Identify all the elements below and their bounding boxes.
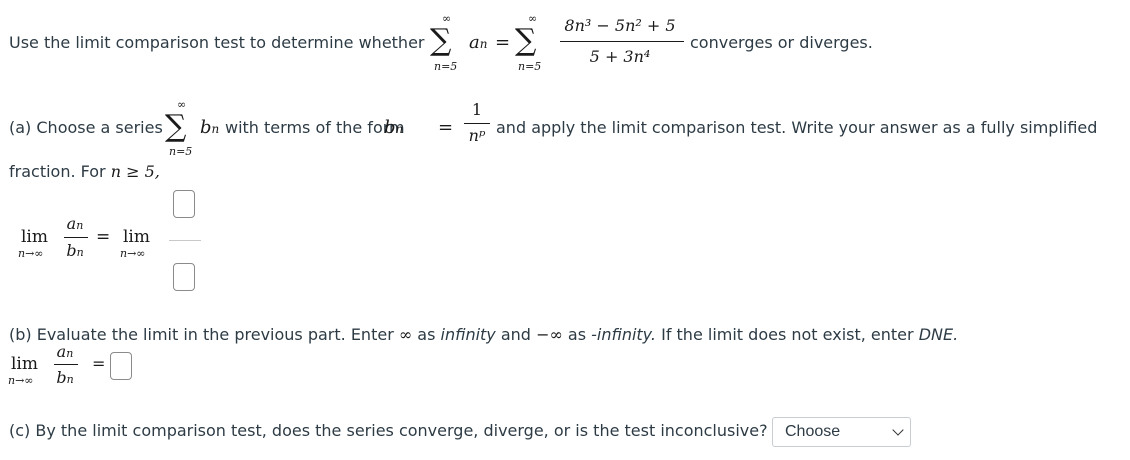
limit-equals: = xyxy=(96,227,111,247)
intro-text: Use the limit comparison test to determi… xyxy=(9,33,425,52)
part-b-lim-subscript: n→∞ xyxy=(8,374,34,387)
input-fraction-bar xyxy=(169,240,201,241)
term-b: bn xyxy=(200,117,220,138)
numerator-input[interactable] xyxy=(173,190,195,218)
part-b-ratio-denominator: bn xyxy=(56,368,74,387)
p-frac-denominator: nᵖ xyxy=(468,126,486,145)
term-b-form: bn xyxy=(384,117,404,138)
sum-lower-limit: n=5 xyxy=(434,60,458,73)
part-a-prefix: (a) Choose a series xyxy=(9,118,163,137)
fraction-bar xyxy=(560,41,684,42)
converge-diverge-select[interactable]: Choose xyxy=(772,417,911,447)
summation-symbol: ∑ xyxy=(430,23,452,58)
denominator-input[interactable] xyxy=(173,263,195,291)
part-a-line2: fraction. For n ≥ 5, xyxy=(9,162,160,181)
chevron-down-icon xyxy=(892,424,904,436)
intro-suffix: converges or diverges. xyxy=(690,33,873,52)
p-frac-numerator: 1 xyxy=(471,100,483,119)
fraction-numerator: 8n³ − 5n² + 5 xyxy=(564,16,676,35)
lim-word: lim xyxy=(21,227,48,247)
part-b-equals: = xyxy=(92,354,106,373)
lim-word-2: lim xyxy=(123,227,150,247)
part-c-question: (c) By the limit comparison test, does t… xyxy=(9,421,768,440)
summation-symbol-2: ∑ xyxy=(515,23,537,58)
ratio-denominator: bn xyxy=(66,241,84,260)
ratio-numerator: an xyxy=(66,214,84,233)
part-b-ratio-bar xyxy=(54,364,78,365)
lim-subscript-2: n→∞ xyxy=(120,247,146,260)
sum-lower-limit-2: n=5 xyxy=(518,60,542,73)
part-a-equals: = xyxy=(438,117,454,138)
part-a-suffix: and apply the limit comparison test. Wri… xyxy=(496,118,1098,137)
part-a-middle: with terms of the form xyxy=(225,118,405,137)
term-a: an xyxy=(469,32,488,53)
select-value: Choose xyxy=(785,423,841,440)
part-a-summation-symbol: ∑ xyxy=(165,109,187,144)
lim-subscript: n→∞ xyxy=(18,247,44,260)
part-b-instructions: (b) Evaluate the limit in the previous p… xyxy=(9,325,959,344)
part-b-lim-word: lim xyxy=(11,354,38,374)
part-a-sum-lower: n=5 xyxy=(169,145,193,158)
p-frac-bar xyxy=(464,123,490,124)
limit-answer-input[interactable] xyxy=(110,352,132,380)
part-b-ratio-numerator: an xyxy=(56,342,74,361)
ratio-bar xyxy=(64,237,88,238)
equals-sign: = xyxy=(495,32,511,53)
fraction-denominator: 5 + 3n⁴ xyxy=(589,47,651,66)
